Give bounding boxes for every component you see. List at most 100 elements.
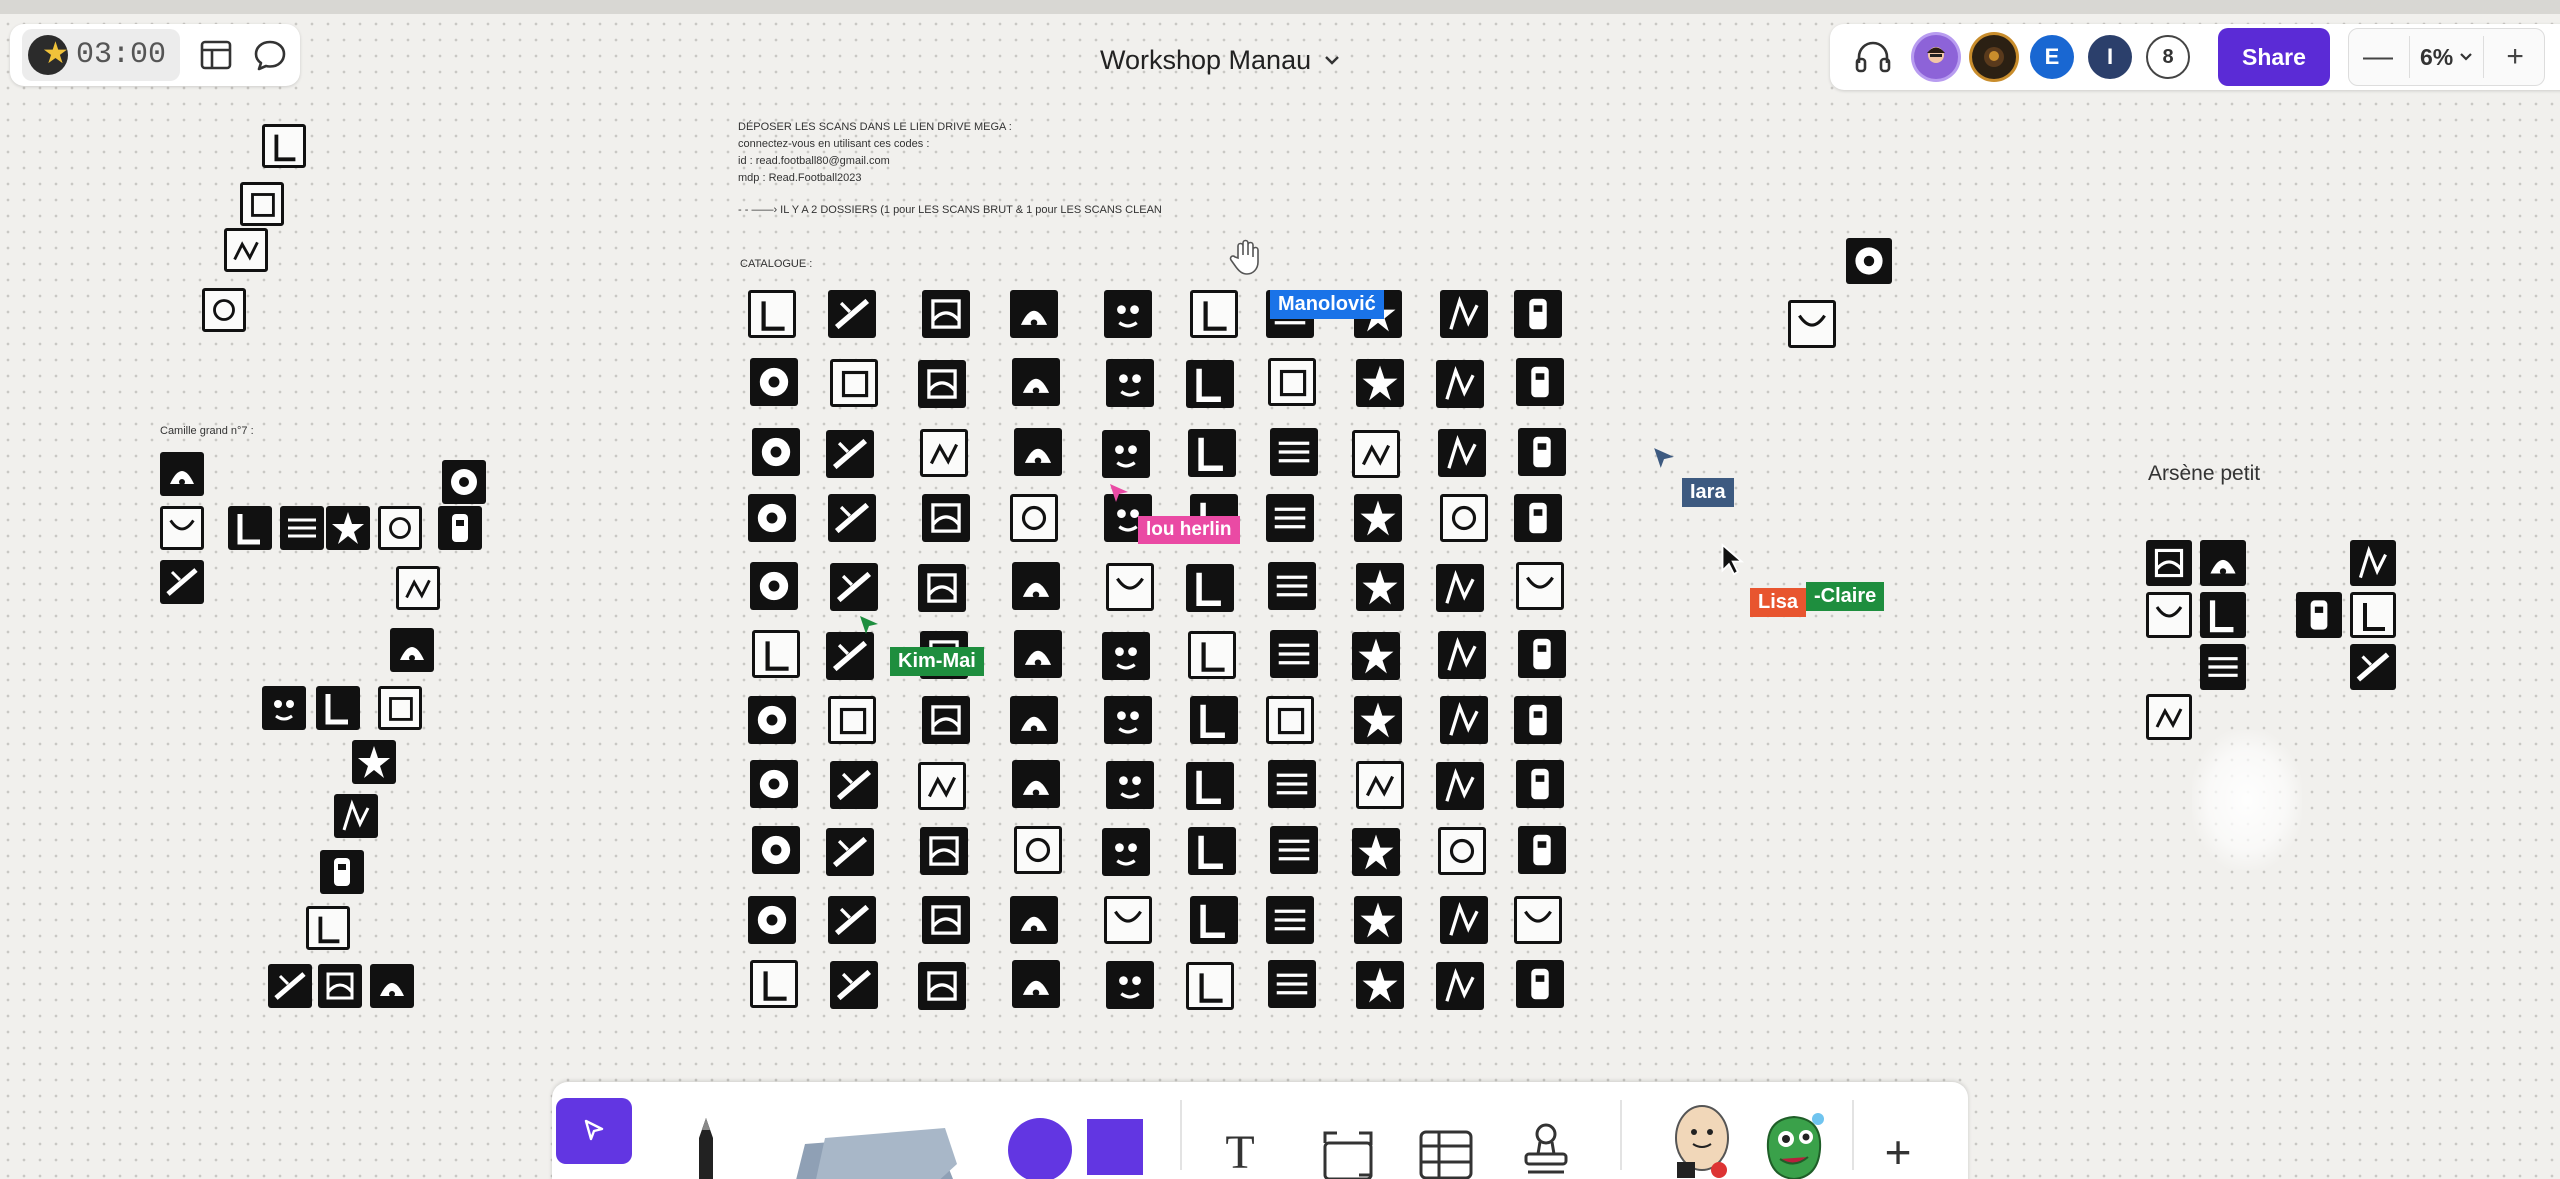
scan-tile[interactable] — [752, 630, 800, 678]
scan-tile[interactable] — [826, 430, 874, 478]
scan-tile[interactable] — [1266, 696, 1314, 744]
scan-tile[interactable] — [240, 182, 284, 226]
scan-tile[interactable] — [750, 960, 798, 1008]
scan-tile[interactable] — [228, 506, 272, 550]
scan-tile[interactable] — [2146, 592, 2192, 638]
scan-tile[interactable] — [2350, 644, 2396, 690]
scan-tile[interactable] — [1186, 962, 1234, 1010]
scan-tile[interactable] — [2350, 592, 2396, 638]
scan-tile[interactable] — [2350, 540, 2396, 586]
scan-tile[interactable] — [1010, 494, 1058, 542]
scan-tile[interactable] — [326, 506, 370, 550]
sticky-note-tool-button[interactable] — [780, 1124, 970, 1179]
scan-tile[interactable] — [352, 740, 396, 784]
scan-tile[interactable] — [1010, 290, 1058, 338]
scan-tile[interactable] — [830, 961, 878, 1009]
scan-tile[interactable] — [378, 506, 422, 550]
scan-tile[interactable] — [922, 696, 970, 744]
scan-tile[interactable] — [828, 696, 876, 744]
scan-tile[interactable] — [1010, 696, 1058, 744]
scan-tile[interactable] — [1102, 828, 1150, 876]
scan-tile[interactable] — [1270, 826, 1318, 874]
scan-tile[interactable] — [1514, 290, 1562, 338]
scan-tile[interactable] — [1788, 300, 1836, 348]
scan-tile[interactable] — [1102, 632, 1150, 680]
collaborator-avatar-e[interactable]: E — [2030, 35, 2074, 79]
scan-tile[interactable] — [1436, 962, 1484, 1010]
scan-tile[interactable] — [1106, 359, 1154, 407]
scan-tile[interactable] — [1514, 896, 1562, 944]
scan-tile[interactable] — [1268, 760, 1316, 808]
scan-tile[interactable] — [1010, 896, 1058, 944]
whiteboard-canvas[interactable]: DÉPOSER LES SCANS DANS LE LIEN DRIVE MEG… — [0, 0, 2560, 1179]
table-tool-button[interactable] — [1410, 1124, 1482, 1179]
scan-tile[interactable] — [1266, 494, 1314, 542]
scan-tile[interactable] — [1106, 563, 1154, 611]
scan-tile[interactable] — [1436, 360, 1484, 408]
scan-tile[interactable] — [748, 896, 796, 944]
scan-tile[interactable] — [1516, 960, 1564, 1008]
scan-tile[interactable] — [1188, 631, 1236, 679]
scan-tile[interactable] — [1440, 290, 1488, 338]
scan-tile[interactable] — [268, 964, 312, 1008]
scan-tile[interactable] — [1012, 960, 1060, 1008]
scan-tile[interactable] — [1270, 428, 1318, 476]
scan-tile[interactable] — [1440, 696, 1488, 744]
document-title-button[interactable]: Workshop Manau — [1100, 40, 1341, 80]
layout-button[interactable] — [198, 28, 234, 82]
section-tool-button[interactable] — [1312, 1124, 1384, 1179]
scan-tile[interactable] — [1516, 760, 1564, 808]
sticker-button[interactable] — [1664, 1096, 1740, 1179]
scan-tile[interactable] — [752, 428, 800, 476]
scan-tile[interactable] — [438, 506, 482, 550]
timer-button[interactable]: ★ 03:00 — [22, 29, 181, 81]
scan-tile[interactable] — [160, 452, 204, 496]
scan-tile[interactable] — [2200, 644, 2246, 690]
collaborator-count-badge[interactable]: 8 — [2146, 35, 2190, 79]
scan-tile[interactable] — [378, 686, 422, 730]
square-shape-button[interactable] — [1084, 1116, 1146, 1178]
scan-tile[interactable] — [918, 564, 966, 612]
scan-tile[interactable] — [1352, 828, 1400, 876]
scan-tile[interactable] — [1436, 564, 1484, 612]
scan-tile[interactable] — [750, 562, 798, 610]
scan-tile[interactable] — [396, 566, 440, 610]
scan-tile[interactable] — [318, 964, 362, 1008]
scan-tile[interactable] — [1846, 238, 1892, 284]
scan-tile[interactable] — [1188, 429, 1236, 477]
scan-tile[interactable] — [1356, 761, 1404, 809]
scan-tile[interactable] — [262, 686, 306, 730]
scan-tile[interactable] — [1514, 494, 1562, 542]
scan-tile[interactable] — [1106, 761, 1154, 809]
scan-tile[interactable] — [1186, 360, 1234, 408]
pen-tool-button[interactable] — [676, 1114, 736, 1179]
scan-tile[interactable] — [920, 429, 968, 477]
scan-tile[interactable] — [918, 360, 966, 408]
scan-tile[interactable] — [920, 827, 968, 875]
collaborator-avatar[interactable] — [1914, 35, 1958, 79]
scan-tile[interactable] — [1518, 428, 1566, 476]
scan-tile[interactable] — [1436, 762, 1484, 810]
scan-tile[interactable] — [1104, 896, 1152, 944]
scan-tile[interactable] — [1438, 429, 1486, 477]
scan-tile[interactable] — [1188, 827, 1236, 875]
scan-tile[interactable] — [160, 506, 204, 550]
scan-tile[interactable] — [1438, 827, 1486, 875]
scan-tile[interactable] — [2146, 540, 2192, 586]
scan-tile[interactable] — [1518, 826, 1566, 874]
scan-tile[interactable] — [1190, 696, 1238, 744]
scan-tile[interactable] — [1354, 696, 1402, 744]
zoom-in-button[interactable]: + — [2494, 36, 2536, 78]
scan-tile[interactable] — [1268, 358, 1316, 406]
scan-tile[interactable] — [1438, 631, 1486, 679]
scan-tile[interactable] — [224, 228, 268, 272]
scan-tile[interactable] — [1354, 896, 1402, 944]
text-tool-button[interactable]: T — [1200, 1122, 1280, 1179]
scan-tile[interactable] — [748, 290, 796, 338]
scan-tile[interactable] — [2296, 592, 2342, 638]
scan-tile[interactable] — [1012, 358, 1060, 406]
scan-tile[interactable] — [1102, 430, 1150, 478]
scan-tile[interactable] — [202, 288, 246, 332]
scan-tile[interactable] — [1514, 696, 1562, 744]
scan-tile[interactable] — [748, 696, 796, 744]
